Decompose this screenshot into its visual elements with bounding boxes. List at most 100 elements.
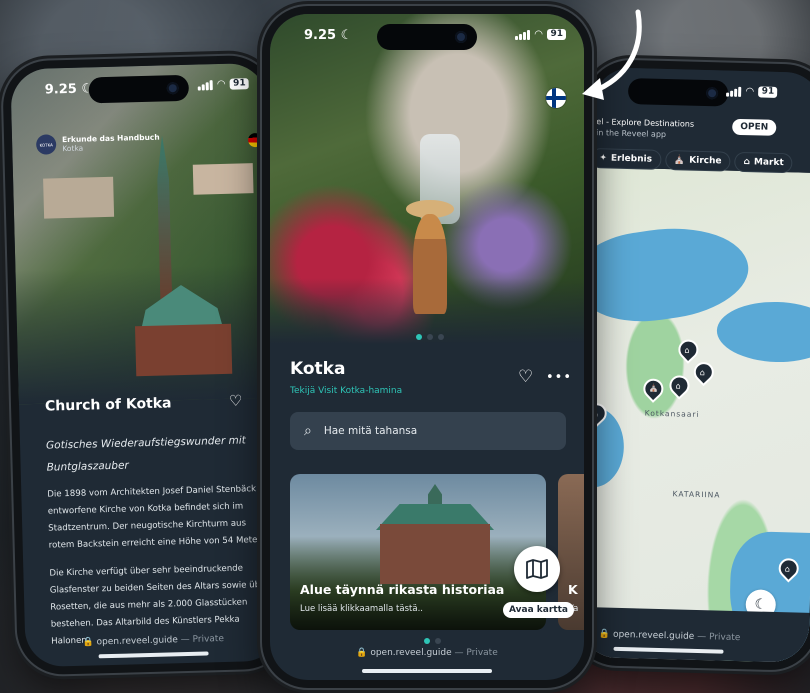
guide-header-sub: Kotka <box>62 143 84 154</box>
chip-erlebnis[interactable]: ✦ Erlebnis <box>591 149 661 169</box>
church-icon: ⛪ <box>648 383 659 393</box>
wifi-icon: ◠ <box>745 86 754 98</box>
church-tower <box>156 135 173 315</box>
status-time: 9.25 ☾ <box>304 28 352 43</box>
url-text: open.reveel.guide <box>96 635 178 648</box>
time-text: 9.25 <box>44 81 78 98</box>
app-banner: el - Explore Destinations in the Reveel … <box>592 107 810 153</box>
map-pin[interactable]: ⌂ <box>665 371 694 400</box>
church-icon: ⛪ <box>673 155 686 166</box>
search-input[interactable] <box>323 425 544 437</box>
chip-markt[interactable]: ⌂ Markt <box>735 152 792 173</box>
camera-icon <box>455 31 467 43</box>
signal-icon <box>197 79 213 91</box>
status-icons: ◠ 91 <box>725 86 778 98</box>
url-bar[interactable]: 🔒 open.reveel.guide — Private <box>270 648 584 658</box>
poi-tagline: Gotisches Wiederaufstiegswunder mit Bunt… <box>45 434 246 474</box>
poi-paragraph-1: Die 1898 vom Architekten Josef Daniel St… <box>47 484 270 551</box>
battery-icon: 91 <box>758 86 778 98</box>
landmark-icon: ⌂ <box>784 564 790 574</box>
dynamic-island <box>88 74 190 104</box>
poi-title: Church of Kotka <box>44 395 172 415</box>
map-water <box>716 300 810 364</box>
lock-icon: 🔒 <box>82 637 94 648</box>
map-label: Kotkansaari <box>644 408 700 419</box>
status-icons: ◠ 91 <box>197 78 249 91</box>
moon-icon: ☾ <box>340 28 353 43</box>
status-time: 9.25 ☾ <box>45 81 94 97</box>
wifi-icon: ◠ <box>217 78 226 91</box>
heart-icon[interactable]: ♡ <box>518 367 533 387</box>
battery-icon: 91 <box>230 78 249 90</box>
camera-icon <box>166 82 179 95</box>
heart-icon[interactable]: ♡ <box>229 391 243 409</box>
page-dot[interactable] <box>435 638 441 644</box>
map-pin[interactable]: ⌂ <box>674 335 703 364</box>
status-bar: 9.25 ☾ ◠ 91 <box>270 14 584 54</box>
lock-icon: 🔒 <box>356 648 368 658</box>
chip-label: Kirche <box>689 155 722 167</box>
url-text: open.reveel.guide <box>612 629 695 642</box>
open-map-button[interactable] <box>514 546 560 592</box>
search-icon: ⌕ <box>304 423 312 439</box>
phone-center: 9.25 ☾ ◠ 91 Kotka Tekijä Visit Kotka-ham… <box>262 6 592 688</box>
arrow-annotation-icon <box>582 9 642 100</box>
status-icons: ◠ 91 <box>514 29 566 40</box>
page-dot-active[interactable] <box>416 334 422 340</box>
church-photo <box>10 62 275 405</box>
person <box>413 214 447 314</box>
hero-pagination[interactable] <box>416 334 444 340</box>
url-private: — Private <box>180 634 225 646</box>
signal-icon <box>725 86 742 97</box>
kotka-logo: KOTKA <box>35 134 57 155</box>
guide-header[interactable]: KOTKA Erkunde das Handbuch Kotka <box>35 132 160 155</box>
search-bar[interactable]: ⌕ <box>290 412 566 450</box>
lock-icon: 🔒 <box>598 629 611 640</box>
market-icon: ⌂ <box>743 157 751 168</box>
signal-icon <box>514 29 530 40</box>
moon-icon: ☾ <box>754 596 768 613</box>
camera-icon <box>705 87 719 100</box>
phone-left: 9.25 ☾ ◠ 91 KOTKA Erkunde das Handbuch K… <box>2 54 290 676</box>
phone-right: Kotkansaari KATARIINA ⌂ ⌂ ⛪ ⌂ ⌂ ⌂ ☾ ◎ ma… <box>570 58 810 672</box>
experience-icon: ✦ <box>599 153 608 164</box>
hero-image[interactable] <box>270 14 584 344</box>
finnish-flag-icon[interactable] <box>546 88 566 108</box>
landmark-icon: ⌂ <box>675 381 681 391</box>
url-private: — Private <box>697 631 741 644</box>
home-indicator[interactable] <box>98 651 209 659</box>
open-app-button[interactable]: OPEN <box>732 118 777 136</box>
banner-title: el - Explore Destinations <box>596 117 695 129</box>
open-map-label[interactable]: Avaa kartta <box>503 602 574 618</box>
url-private: — Private <box>454 648 498 658</box>
dynamic-island <box>377 24 477 50</box>
status-bar: 9.25 ☾ ◠ 91 <box>10 63 267 110</box>
url-text: open.reveel.guide <box>370 648 452 658</box>
landmark-icon: ⌂ <box>684 345 690 355</box>
banner-sub: in the Reveel app <box>595 128 667 140</box>
page-dot[interactable] <box>438 334 444 340</box>
phone-center-screen: 9.25 ☾ ◠ 91 Kotka Tekijä Visit Kotka-ham… <box>270 14 584 680</box>
map[interactable]: Kotkansaari KATARIINA ⌂ ⌂ ⛪ ⌂ ⌂ ⌂ ☾ ◎ ma… <box>578 167 810 663</box>
map-pin[interactable]: ⌂ <box>689 357 718 387</box>
guide-title: Kotka <box>290 359 346 379</box>
guide-author-link[interactable]: Tekijä Visit Kotka-hamina <box>290 386 402 396</box>
card-title: K <box>568 582 578 597</box>
page-dot-active[interactable] <box>424 638 430 644</box>
home-indicator[interactable] <box>362 669 492 673</box>
page-dot[interactable] <box>427 334 433 340</box>
church-body <box>134 323 233 377</box>
phone-right-screen: Kotkansaari KATARIINA ⌂ ⌂ ⛪ ⌂ ⌂ ⌂ ☾ ◎ ma… <box>578 67 810 663</box>
map-pin[interactable]: ⛪ <box>639 374 668 403</box>
chip-label: Erlebnis <box>610 153 653 165</box>
photo-building <box>43 176 115 219</box>
wifi-icon: ◠ <box>534 29 543 40</box>
phone-left-screen: 9.25 ☾ ◠ 91 KOTKA Erkunde das Handbuch K… <box>10 62 282 668</box>
photo-building <box>192 163 254 195</box>
battery-icon: 91 <box>547 29 566 40</box>
landmark-icon: ⌂ <box>699 368 706 378</box>
more-icon[interactable]: ••• <box>546 370 572 385</box>
chip-kirche[interactable]: ⛪ Kirche <box>665 151 730 171</box>
card-pagination[interactable] <box>424 638 441 644</box>
chip-label: Markt <box>753 157 784 169</box>
